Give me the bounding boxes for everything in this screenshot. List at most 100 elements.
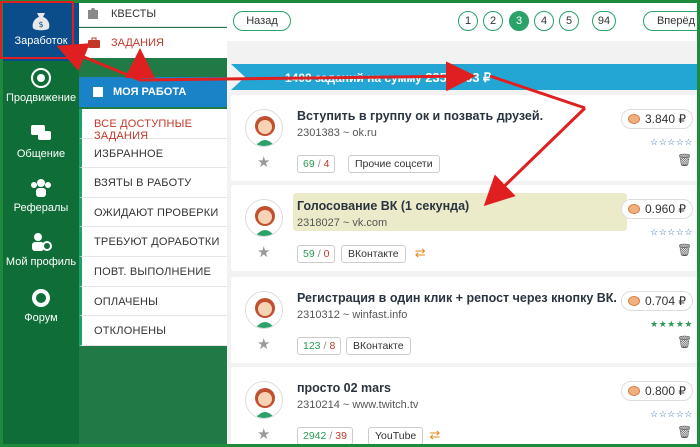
forum-icon <box>32 289 50 307</box>
task-card[interactable]: ★ Голосование ВК (1 секунда) 2318027 ~ vk.… <box>231 185 697 271</box>
submenu-quests[interactable]: КВЕСТЫ <box>79 3 227 27</box>
avatar <box>245 291 283 329</box>
favorite-star-icon[interactable]: ★ <box>257 245 273 261</box>
people-icon <box>31 179 51 197</box>
task-stats: 59/0 <box>297 245 336 263</box>
nav-label: Форум <box>24 312 58 324</box>
briefcase-icon <box>88 37 100 48</box>
rating-stars: ☆☆☆☆☆ <box>650 409 693 419</box>
done-count: 2942 <box>303 430 327 442</box>
trash-icon[interactable]: 🗑 <box>677 425 692 439</box>
submenu-list: ВСЕ ДОСТУПНЫЕ ЗАДАНИЯ ИЗБРАННОЕ ВЗЯТЫ В … <box>79 109 227 346</box>
pager-page[interactable]: 1 <box>458 11 478 31</box>
banner-count: 1408 заданий на сумму <box>285 71 422 85</box>
task-title[interactable]: Голосование ВК (1 секунда) <box>297 199 469 213</box>
coin-icon <box>628 114 640 124</box>
puzzle-icon <box>88 8 98 19</box>
rejected-count: 4 <box>323 158 330 170</box>
pager-page[interactable]: 5 <box>559 11 579 31</box>
avatar <box>245 109 283 147</box>
main-nav: $ Заработок Продвижение Общение Рефералы… <box>3 3 79 444</box>
task-id-site: 2310312 ~ winfast.info <box>297 309 408 321</box>
user-gear-icon <box>32 233 52 251</box>
nav-label: Заработок <box>14 35 68 47</box>
nav-label: Мой профиль <box>5 256 77 268</box>
submenu-item-favorites[interactable]: ИЗБРАННОЕ <box>79 138 227 169</box>
pager-page[interactable]: 2 <box>483 11 503 31</box>
submenu-item-taken[interactable]: ВЗЯТЫ В РАБОТУ <box>79 168 227 198</box>
done-count: 59 <box>303 248 315 260</box>
avatar <box>245 381 283 419</box>
task-card[interactable]: ★ Регистрация в один клик + репост через … <box>231 277 697 363</box>
rating-stars: ☆☆☆☆☆ <box>650 137 693 147</box>
task-price: 0.800 ₽ <box>621 381 693 401</box>
submenu: КВЕСТЫ ЗАДАНИЯ МОЯ РАБОТА ВСЕ ДОСТУПНЫЕ … <box>79 3 227 444</box>
nav-item-profile[interactable]: Мой профиль <box>3 227 79 281</box>
favorite-star-icon[interactable]: ★ <box>257 337 273 353</box>
tasks-summary-banner: 1408 заданий на сумму 2356.563 ₽ <box>231 64 697 90</box>
submenu-item-all-tasks[interactable]: ВСЕ ДОСТУПНЫЕ ЗАДАНИЯ <box>79 109 227 142</box>
task-stats: 123/8 <box>297 337 342 355</box>
task-title[interactable]: Вступить в группу ок и позвать друзей. <box>297 109 543 123</box>
favorite-star-icon[interactable]: ★ <box>257 427 273 443</box>
rejected-count: 39 <box>335 430 347 442</box>
favorite-star-icon[interactable]: ★ <box>257 155 273 171</box>
pager-page-current[interactable]: 3 <box>509 11 529 31</box>
main-content: Назад 1 2 3 4 5 94 Вперёд 1408 заданий н… <box>227 3 697 444</box>
submenu-item-paid[interactable]: ОПЛАЧЕНЫ <box>79 286 227 317</box>
pager-page[interactable]: 4 <box>534 11 554 31</box>
coin-icon <box>628 296 640 306</box>
task-price: 0.960 ₽ <box>621 199 693 219</box>
coin-icon <box>628 386 640 396</box>
done-count: 69 <box>303 158 315 170</box>
pager-back-button[interactable]: Назад <box>233 11 291 31</box>
task-title[interactable]: Регистрация в один клик + репост через к… <box>297 291 617 305</box>
nav-item-referrals[interactable]: Рефералы <box>3 173 79 227</box>
nav-item-earnings[interactable]: $ Заработок <box>3 3 79 61</box>
coin-icon <box>628 204 640 214</box>
svg-text:$: $ <box>38 20 43 29</box>
nav-item-promotion[interactable]: Продвижение <box>3 63 79 119</box>
task-id-site: 2318027 ~ vk.com <box>297 217 388 229</box>
pagination: Назад 1 2 3 4 5 94 Вперёд <box>227 3 697 41</box>
pager-forward-button[interactable]: Вперёд <box>643 11 697 31</box>
nav-item-chat[interactable]: Общение <box>3 119 79 173</box>
square-icon <box>93 87 103 97</box>
nav-item-forum[interactable]: Форум <box>3 283 79 337</box>
task-card[interactable]: ★ просто 02 mars 2310214 ~ www.twitch.tv 29… <box>231 367 697 444</box>
trash-icon[interactable]: 🗑 <box>677 153 692 167</box>
nav-label: Продвижение <box>5 92 77 104</box>
banner-notch <box>231 64 245 90</box>
chat-icon <box>31 125 51 140</box>
trash-icon[interactable]: 🗑 <box>677 243 692 257</box>
target-icon <box>31 68 51 88</box>
category-tag[interactable]: YouTube <box>368 427 424 444</box>
task-card[interactable]: ★ Вступить в группу ок и позвать друзей. 2… <box>231 95 697 181</box>
submenu-item-repeat[interactable]: ПОВТ. ВЫПОЛНЕНИЕ <box>79 256 227 287</box>
task-price: 3.840 ₽ <box>621 109 693 129</box>
submenu-tasks[interactable]: ЗАДАНИЯ <box>79 28 227 58</box>
app-frame: $ Заработок Продвижение Общение Рефералы… <box>0 0 700 447</box>
task-stats: 2942/39 <box>297 427 353 444</box>
submenu-item-rejected[interactable]: ОТКЛОНЕНЫ <box>79 316 227 346</box>
submenu-item-pending[interactable]: ОЖИДАЮТ ПРОВЕРКИ <box>79 197 227 228</box>
rejected-count: 0 <box>323 248 330 260</box>
banner-sum: 2356.563 ₽ <box>425 70 492 85</box>
category-tag[interactable]: ВКонтакте <box>341 245 406 263</box>
submenu-item-needs-rework[interactable]: ТРЕБУЮТ ДОРАБОТКИ <box>79 227 227 257</box>
category-tag[interactable]: Прочие соцсети <box>348 155 440 173</box>
category-tag[interactable]: ВКонтакте <box>346 337 411 355</box>
money-bag-icon: $ <box>32 13 50 31</box>
task-title[interactable]: просто 02 mars <box>297 381 391 395</box>
rating-stars: ★★★★★ <box>650 319 693 329</box>
task-stats: 69/4 <box>297 155 336 173</box>
rejected-count: 8 <box>329 340 336 352</box>
task-id-site: 2301383 ~ ok.ru <box>297 127 377 139</box>
submenu-my-work[interactable]: МОЯ РАБОТА <box>79 77 227 107</box>
task-id-site: 2310214 ~ www.twitch.tv <box>297 399 419 411</box>
avatar <box>245 199 283 237</box>
nav-label: Общение <box>16 148 66 160</box>
rating-stars: ☆☆☆☆☆ <box>650 227 693 237</box>
trash-icon[interactable]: 🗑 <box>677 335 692 349</box>
pager-page[interactable]: 94 <box>592 11 616 31</box>
